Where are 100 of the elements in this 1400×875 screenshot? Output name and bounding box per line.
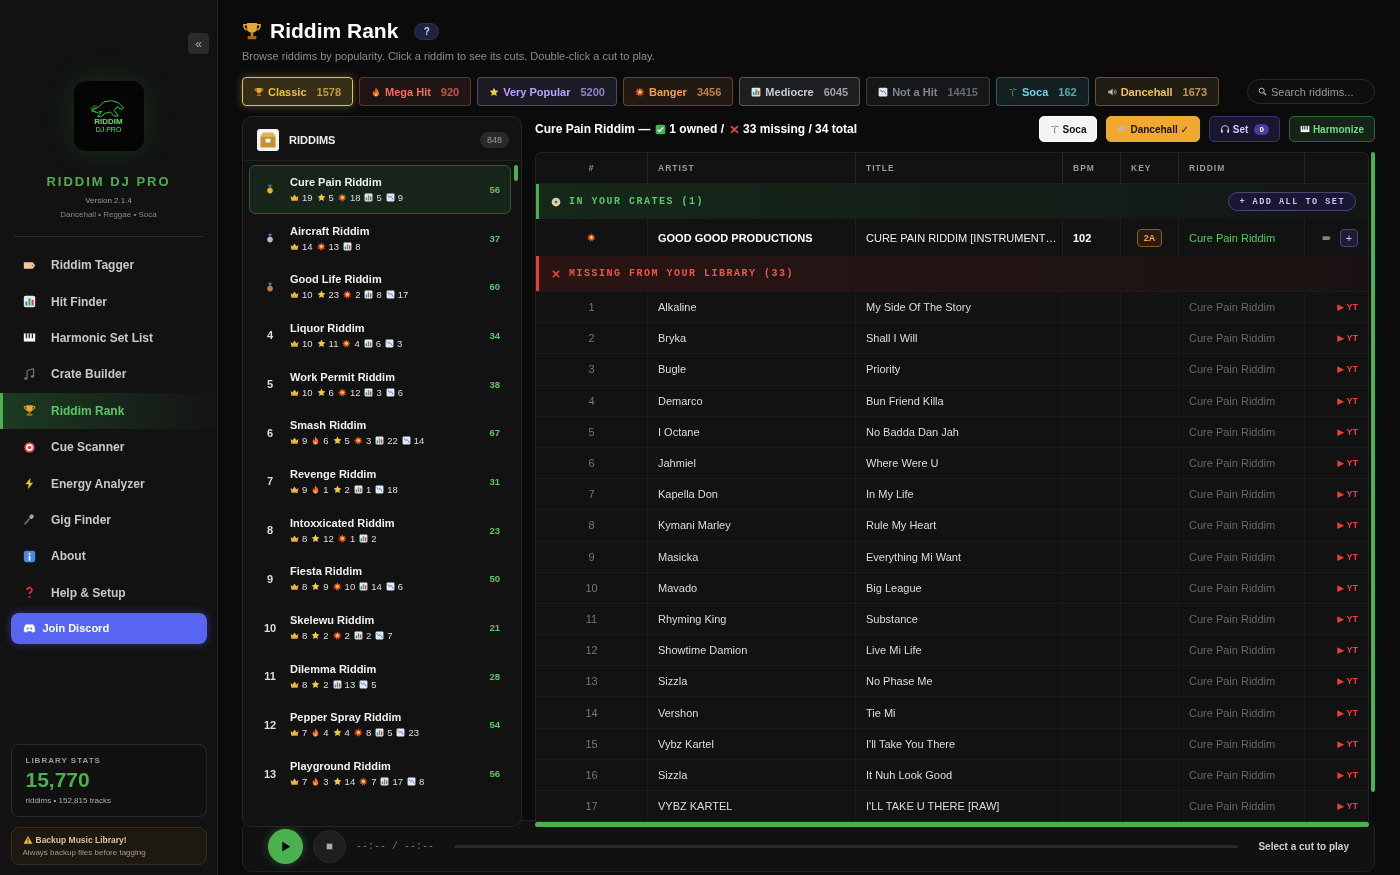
stat-count: 2 [344,630,350,642]
stats-value: 15,770 [25,768,91,792]
rank-number: 11 [264,670,276,683]
stat-count: 7 [302,776,308,788]
microphone-icon [23,513,36,527]
search-field[interactable]: Search riddims... [1247,79,1375,104]
nav-item[interactable]: Cue Scanner [0,428,217,466]
riddim-item[interactable]: 13 Playground Riddim 7 3 14 7 17 8 56 [249,749,511,798]
riddim-name: Smash Riddim [290,419,368,432]
column-header[interactable]: KEY [1120,153,1178,183]
youtube-link[interactable]: ▶ YT [1337,613,1358,624]
discord-button[interactable]: Join Discord [10,612,207,644]
riddim-item[interactable]: 7 Revenge Riddim 9 1 2 1 18 31 [249,457,511,506]
youtube-link[interactable]: ▶ YT [1337,738,1358,749]
explosion-icon [353,728,363,738]
youtube-link[interactable]: ▶ YT [1337,645,1358,656]
stat-count: 1 [323,483,329,495]
youtube-link[interactable]: ▶ YT [1337,364,1358,375]
explosion-icon [316,241,326,251]
table-cell: Everything Mi Want [855,541,1062,572]
table-cell-text: 1 [587,300,596,316]
table-cell: No Badda Dan Jah [855,416,1062,447]
star-icon [316,387,326,397]
filter-chip[interactable]: Banger 3456 [622,77,734,106]
stat-count: 2 [323,630,329,642]
add-button[interactable]: + [1340,228,1358,247]
genre-toggle[interactable]: Soca [1038,116,1098,142]
nav-item[interactable]: Crate Builder [0,356,217,393]
stat-count: 14 [344,776,356,788]
bar-chart-icon [353,631,363,641]
set-button[interactable]: Set 0 [1208,116,1280,142]
filter-chip[interactable]: Classic 1578 [242,77,353,106]
explosion-icon [337,533,347,543]
youtube-link[interactable]: ▶ YT [1337,333,1358,344]
table-cell: Where Were U [855,447,1062,479]
youtube-link[interactable]: ▶ YT [1337,458,1358,469]
riddim-item[interactable]: 9 Fiesta Riddim 8 9 10 14 6 50 [249,554,511,604]
youtube-link[interactable]: ▶ YT [1337,395,1358,406]
bar-chart-icon [343,241,353,251]
youtube-link[interactable]: ▶ YT [1337,520,1358,531]
nav-item[interactable]: Energy Analyzer [0,465,217,502]
collapse-button[interactable]: « [188,33,209,54]
column-header[interactable]: # [536,153,647,183]
chart-down-icon [878,86,889,97]
nav-item[interactable]: Riddim Tagger [0,247,217,284]
riddim-total: 31 [489,475,500,487]
riddim-item[interactable]: 10 Skelewu Riddim 8 2 2 2 7 21 [249,603,511,652]
scrollbar[interactable] [514,165,518,181]
filter-chip[interactable]: Soca 162 [995,77,1089,106]
table-cell: Jahmiel [647,447,855,479]
riddim-item[interactable]: 12 Pepper Spray Riddim 7 4 4 8 5 23 54 [249,700,511,750]
youtube-link[interactable]: ▶ YT [1337,551,1358,562]
riddim-item[interactable]: Aircraft Riddim 14 13 8 37 [249,213,511,263]
column-header[interactable]: BPM [1062,153,1120,183]
harmonize-button[interactable]: Harmonize [1288,116,1375,142]
youtube-link[interactable]: ▶ YT [1337,302,1358,313]
youtube-link[interactable]: ▶ YT [1337,582,1358,593]
youtube-link[interactable]: ▶ YT [1337,426,1358,437]
column-header[interactable]: ARTIST [647,153,855,183]
stop-button[interactable] [313,829,346,863]
play-button[interactable] [268,828,303,864]
app-version: Version 2.1.4 [85,196,132,205]
filter-chip[interactable]: Mega Hit 920 [359,77,472,106]
riddim-item[interactable]: 4 Liquor Riddim 10 11 4 6 3 34 [249,311,511,360]
riddim-name: Skelewu Riddim [290,614,376,627]
riddim-item[interactable]: Good Life Riddim 10 23 2 8 17 60 [249,262,511,312]
scrollbar[interactable] [535,822,1369,828]
add-all-button[interactable]: + ADD ALL TO SET [1228,192,1356,211]
scrollbar[interactable] [1371,152,1375,792]
stat-count: 17 [392,776,404,788]
column-header[interactable]: RIDDIM [1178,153,1304,183]
nav-item[interactable]: Gig Finder [0,501,217,539]
nav-item[interactable]: About [0,538,217,575]
rank-number: 6 [266,426,274,439]
riddim-item[interactable]: 5 Work Permit Riddim 10 6 12 3 6 38 [249,359,511,409]
filter-chip[interactable]: Mediocre 6045 [739,77,861,106]
nav-item[interactable]: Help & Setup [0,574,217,611]
youtube-link[interactable]: ▶ YT [1337,801,1358,812]
stat-count: 13 [328,240,340,252]
column-header[interactable]: TITLE [855,153,1062,183]
table-cell: Kapella Don [647,479,855,510]
stat-count: 18 [387,483,398,495]
youtube-link[interactable]: ▶ YT [1337,707,1358,718]
nav-item[interactable]: Harmonic Set List [0,319,217,357]
help-button[interactable]: ? [414,22,440,40]
youtube-link[interactable]: ▶ YT [1337,489,1358,500]
nav-item[interactable]: Hit Finder [0,283,217,320]
riddim-item[interactable]: 6 Smash Riddim 9 6 5 3 22 14 67 [249,408,511,458]
table-cell: Tie Mi [855,697,1062,728]
genre-toggle[interactable]: Dancehall ✓ [1106,116,1200,142]
youtube-link[interactable]: ▶ YT [1337,769,1358,780]
table-cell: Showtime Damion [647,635,855,666]
riddim-item[interactable]: 8 Intoxxicated Riddim 8 12 1 2 23 [249,505,511,555]
filter-chip[interactable]: Dancehall 1673 [1094,77,1220,106]
riddim-item[interactable]: 11 Dilemma Riddim 8 2 13 5 28 [249,651,511,701]
filter-chip[interactable]: Not a Hit 14415 [866,77,990,106]
filter-chip[interactable]: Very Popular 5200 [477,77,617,106]
set-count: 0 [1254,123,1269,135]
riddim-item[interactable]: Cure Pain Riddim 19 5 18 5 9 56 [249,165,511,214]
youtube-link[interactable]: ▶ YT [1337,676,1358,687]
